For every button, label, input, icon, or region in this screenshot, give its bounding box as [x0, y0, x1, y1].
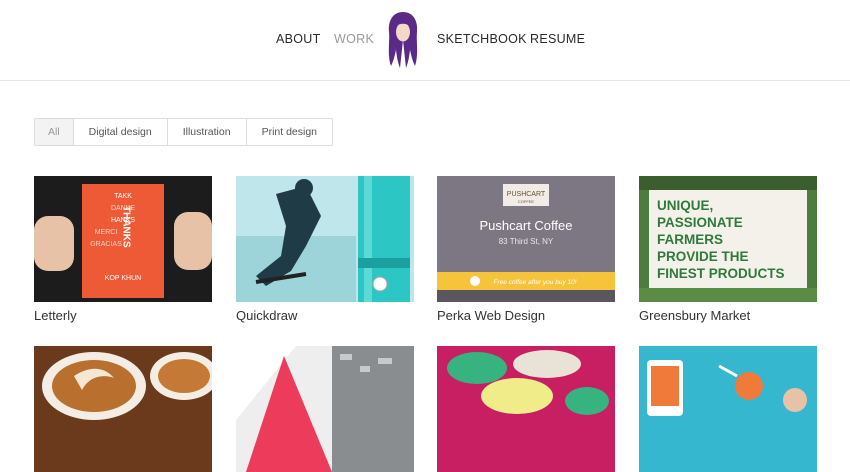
- pushcart-sign-top: PUSHCART: [507, 191, 546, 198]
- project-thumb-coffee[interactable]: [34, 346, 212, 472]
- project-thumb-shapes[interactable]: [437, 346, 615, 472]
- site-header: ABOUT WORK SKETCHBOOK RESUME: [0, 0, 850, 81]
- greensbury-line-4: PROVIDE THE: [657, 249, 749, 264]
- logo-avatar-icon[interactable]: [384, 10, 422, 68]
- nav-work-link[interactable]: WORK: [334, 32, 374, 46]
- pushcart-banner: Free coffee after you buy 10!: [493, 279, 576, 286]
- project-thumb-greensbury[interactable]: UNIQUE, PASSIONATE FARMERS PROVIDE THE F…: [639, 176, 817, 302]
- project-thumb-letterly[interactable]: TAKK DANKE HANKS MERCI GRACIAS KOP KHUN …: [34, 176, 212, 302]
- pushcart-headline: Pushcart Coffee: [480, 218, 573, 233]
- filter-illustration[interactable]: Illustration: [168, 119, 247, 145]
- letterly-word-merci: MERCI: [95, 229, 118, 236]
- filter-digital-design[interactable]: Digital design: [74, 119, 168, 145]
- greensbury-line-2: PASSIONATE: [657, 215, 743, 230]
- greensbury-line-5: FINEST PRODUCTS: [657, 266, 785, 281]
- project-card-app[interactable]: [639, 346, 817, 472]
- project-card-coffee[interactable]: [34, 346, 212, 472]
- project-thumb-perka[interactable]: PUSHCART COFFEE Pushcart Coffee 83 Third…: [437, 176, 615, 302]
- project-thumb-geometric[interactable]: [236, 346, 414, 472]
- project-card-greensbury[interactable]: UNIQUE, PASSIONATE FARMERS PROVIDE THE F…: [639, 176, 817, 323]
- portfolio-filter-bar: All Digital design Illustration Print de…: [34, 118, 334, 146]
- project-thumb-app[interactable]: [639, 346, 817, 472]
- project-thumb-quickdraw[interactable]: [236, 176, 414, 302]
- nav-sketchbook-link[interactable]: SKETCHBOOK: [437, 32, 527, 46]
- letterly-word-takk: TAKK: [114, 193, 132, 200]
- greensbury-line-3: FARMERS: [657, 232, 723, 247]
- project-title-letterly[interactable]: Letterly: [34, 308, 212, 323]
- project-title-perka[interactable]: Perka Web Design: [437, 308, 615, 323]
- greensbury-line-1: UNIQUE,: [657, 198, 713, 213]
- project-title-quickdraw[interactable]: Quickdraw: [236, 308, 414, 323]
- filter-all[interactable]: All: [35, 119, 74, 145]
- project-card-quickdraw[interactable]: Quickdraw: [236, 176, 414, 323]
- nav-about-link[interactable]: ABOUT: [276, 32, 321, 46]
- nav-resume-link[interactable]: RESUME: [530, 32, 585, 46]
- project-card-geometric[interactable]: [236, 346, 414, 472]
- project-card-shapes[interactable]: [437, 346, 615, 472]
- pushcart-address: 83 Third St, NY: [499, 237, 554, 246]
- pushcart-sign-bottom: COFFEE: [518, 199, 535, 204]
- project-card-perka[interactable]: PUSHCART COFFEE Pushcart Coffee 83 Third…: [437, 176, 615, 323]
- filter-print-design[interactable]: Print design: [247, 119, 332, 145]
- letterly-word-kop-khun: KOP KHUN: [105, 275, 141, 282]
- project-card-letterly[interactable]: TAKK DANKE HANKS MERCI GRACIAS KOP KHUN …: [34, 176, 212, 323]
- letterly-word-thanks: THANKS: [121, 206, 132, 248]
- project-title-greensbury[interactable]: Greensbury Market: [639, 308, 817, 323]
- letterly-word-gracias: GRACIAS: [90, 241, 122, 248]
